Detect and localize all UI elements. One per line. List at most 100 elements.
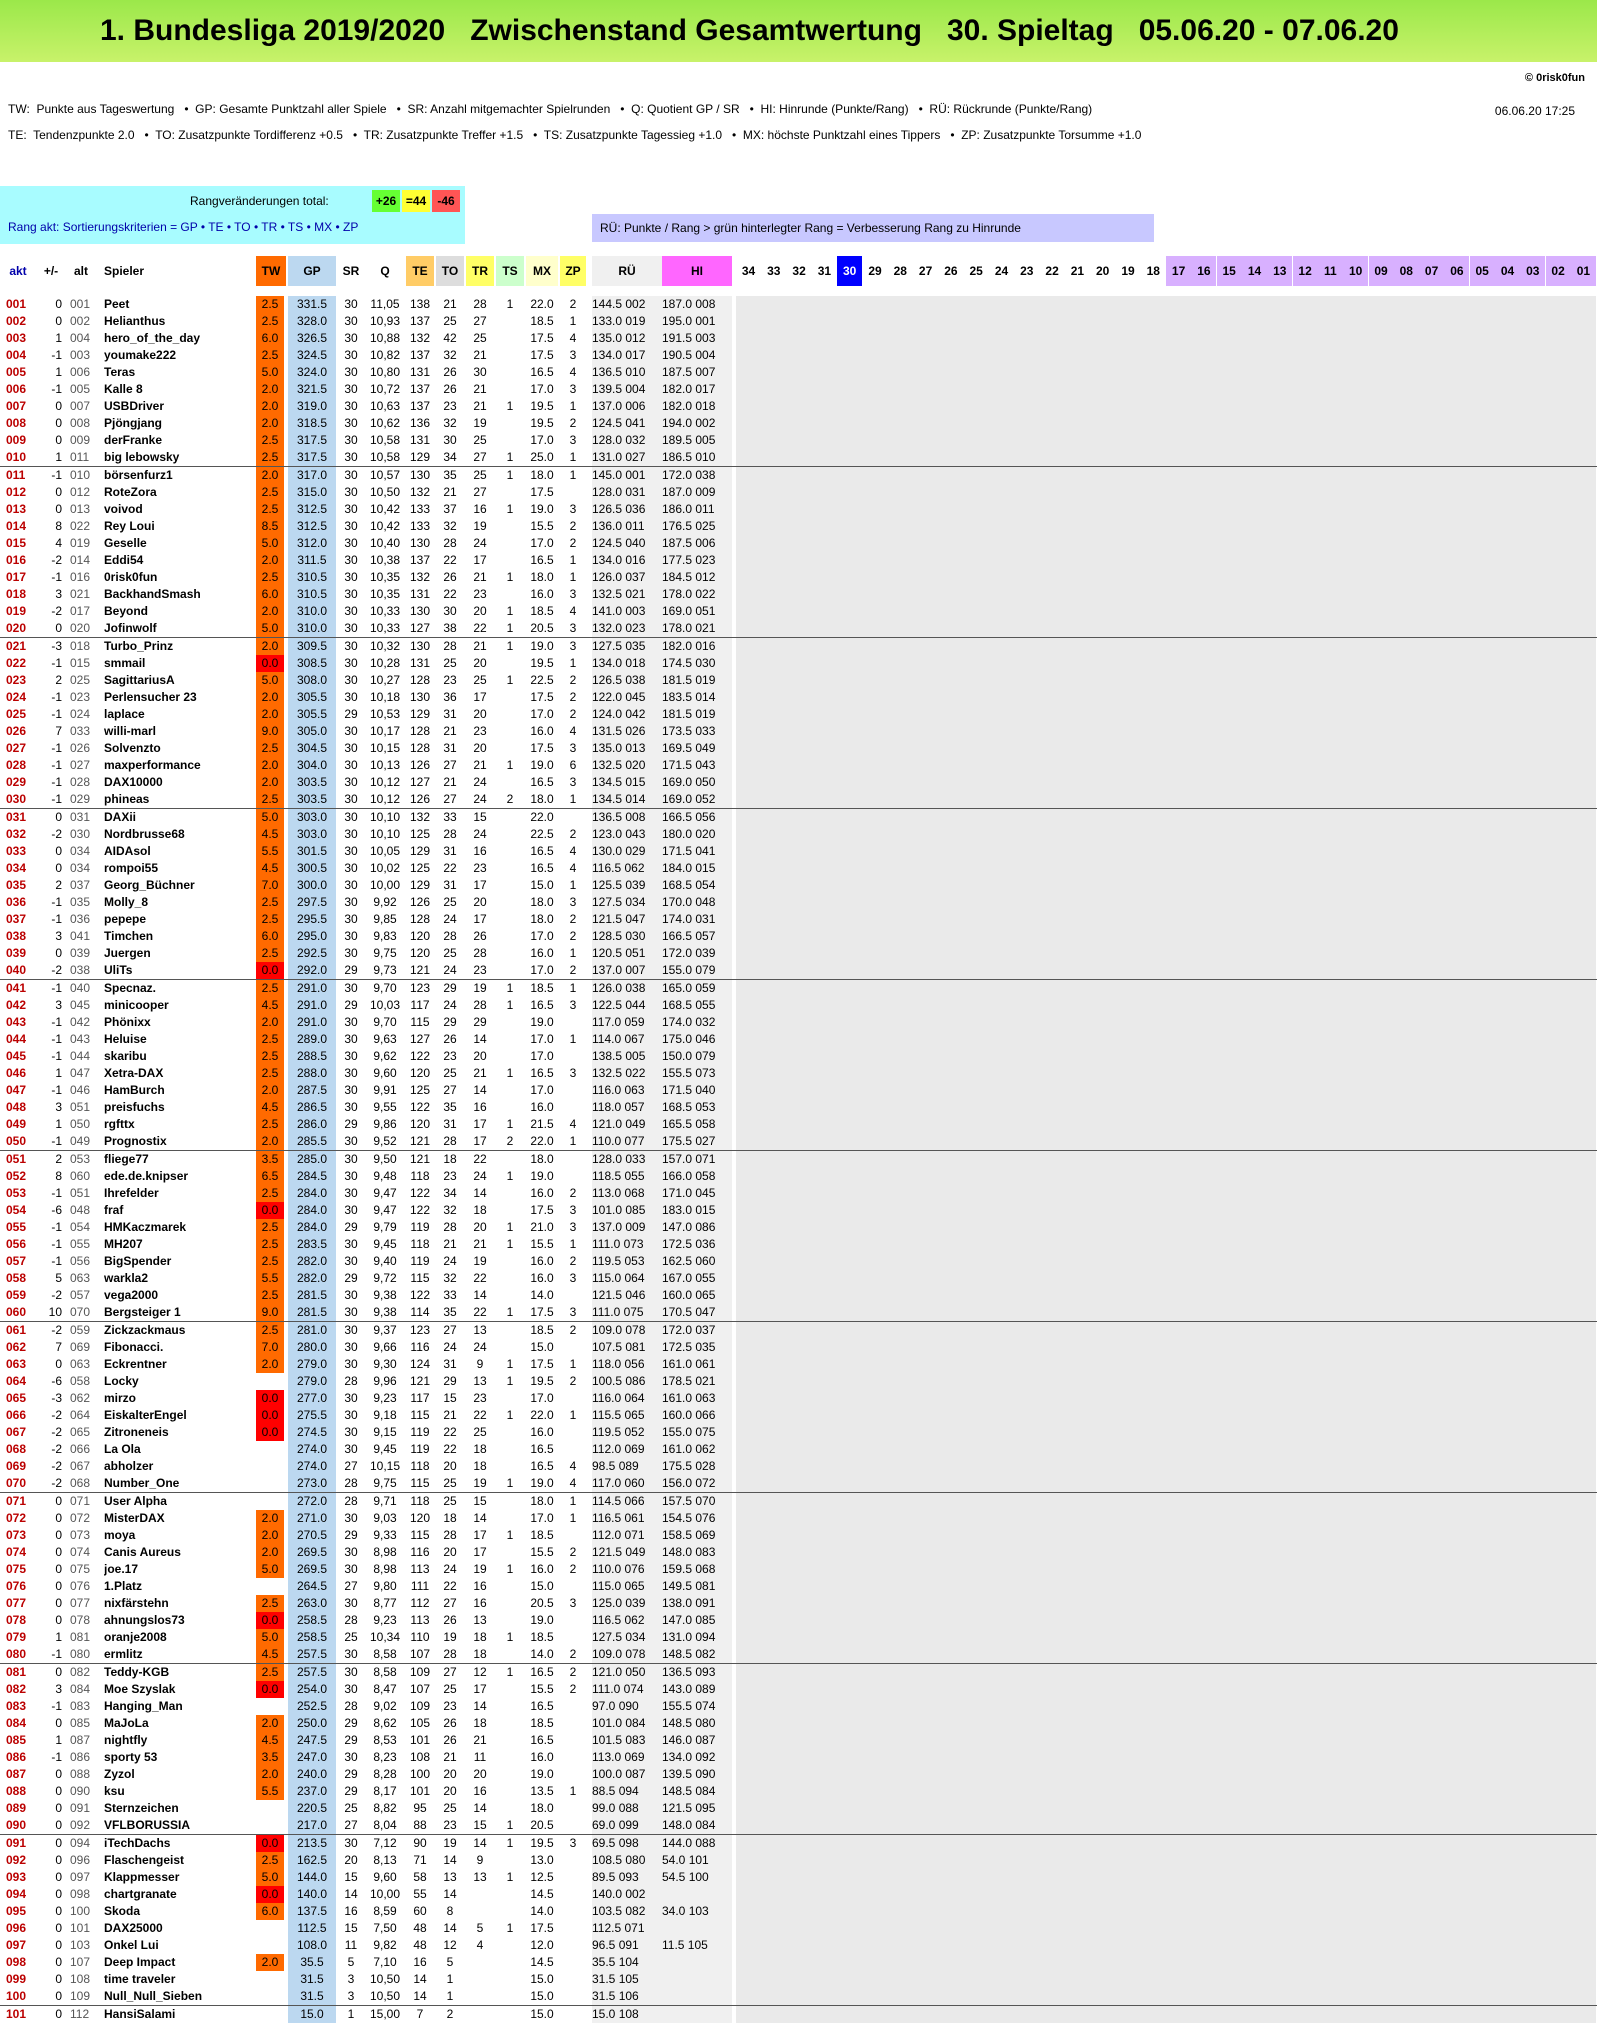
cell-to: 34 <box>443 450 457 464</box>
cell-pm: -1 <box>51 895 62 909</box>
cell-to: 19 <box>443 1630 457 1644</box>
cell-hi: 190.5 004 <box>662 347 732 364</box>
cell-pm: 0 <box>55 1767 62 1781</box>
cell-tr: 13 <box>473 1374 487 1388</box>
cell-ts <box>496 1493 524 1510</box>
round-scores <box>736 1475 1596 1492</box>
cell-ts <box>496 1971 524 1988</box>
cell-zp: 1 <box>569 946 577 960</box>
cell-hi: 184.5 012 <box>662 569 732 586</box>
cell-hi: 148.5 082 <box>662 1646 732 1663</box>
round-scores <box>736 1732 1596 1749</box>
cell-akt: 016 <box>6 553 27 567</box>
cell-q: 10,32 <box>369 639 401 653</box>
cell-hi: 178.0 021 <box>662 620 732 637</box>
cell-gp: 35.5 <box>288 1954 336 1971</box>
cell-ts <box>496 1202 524 1219</box>
cell-tw: 2.0 <box>256 757 284 774</box>
cell-mx: 17.0 <box>530 1032 554 1046</box>
cell-to: 21 <box>443 724 457 738</box>
cell-pm: 1 <box>55 365 62 379</box>
cell-gp: 274.0 <box>288 1458 336 1475</box>
cell-q: 9,79 <box>373 1220 397 1234</box>
cell-pm: 0 <box>55 1904 62 1918</box>
cell-pm: 7 <box>55 724 62 738</box>
cell-hi: 54.0 101 <box>662 1852 732 1869</box>
cell-ru: 122.5 044 <box>592 997 662 1014</box>
cell-mx: 17.5 <box>530 1921 554 1935</box>
cell-ru: 89.5 093 <box>592 1869 662 1886</box>
cell-sp: Fibonacci. <box>104 1340 164 1354</box>
cell-te: 110 <box>410 1630 430 1644</box>
round-scores <box>736 1287 1596 1304</box>
round-scores <box>736 1869 1596 1886</box>
cell-hi <box>662 1920 732 1937</box>
cell-tr <box>466 1954 494 1971</box>
cell-alt: 066 <box>70 1442 91 1456</box>
cell-tw: 0.0 <box>256 1424 284 1441</box>
cell-ts: 1 <box>506 1066 514 1080</box>
cell-tw: 2.5 <box>256 501 284 518</box>
cell-to: 25 <box>443 1801 457 1815</box>
cell-ru: 116.0 063 <box>592 1082 662 1099</box>
cell-hi <box>662 1988 732 2005</box>
cell-alt: 062 <box>70 1391 91 1405</box>
cell-akt: 089 <box>6 1801 27 1815</box>
cell-akt: 032 <box>6 827 27 841</box>
cell-q: 10,02 <box>369 861 401 875</box>
cell-gp: 282.0 <box>288 1253 336 1270</box>
cell-gp: 311.5 <box>288 552 336 569</box>
cell-akt: 037 <box>6 912 27 926</box>
cell-zp: 4 <box>569 844 577 858</box>
round-scores <box>736 1561 1596 1578</box>
cell-pm: -1 <box>51 690 62 704</box>
cell-alt: 050 <box>70 1117 91 1131</box>
cell-te: 108 <box>409 1750 431 1764</box>
cell-mx: 15.5 <box>530 1545 554 1559</box>
cell-zp: 3 <box>569 587 577 601</box>
cell-sr: 30 <box>344 416 358 430</box>
table-row: 087 0 088 Zyzol 2.0 240.0 29 8,28 100 20 20 19.0 100… <box>0 1766 1597 1783</box>
cell-pm: 0 <box>55 1545 62 1559</box>
cell-alt: 080 <box>70 1647 91 1661</box>
cell-tw: 4.5 <box>256 860 284 877</box>
cell-akt: 024 <box>6 690 27 704</box>
cell-akt: 074 <box>6 1545 27 1559</box>
cell-mx: 12.0 <box>530 1938 554 1952</box>
table-row: 091 0 094 iTechDachs 0.0 213.5 30 7,12 90 19 14 1 19… <box>0 1835 1597 1852</box>
cell-tw: 9.0 <box>256 1304 284 1321</box>
cell-to: 26 <box>443 570 457 584</box>
cell-sr: 20 <box>344 1853 358 1867</box>
cell-q: 8,98 <box>373 1562 397 1576</box>
table-row: 100 0 109 Null_Null_Sieben 31.5 3 10,50 14 1 15.0… <box>0 1988 1597 2006</box>
cell-akt: 067 <box>6 1425 27 1439</box>
cell-zp <box>560 2006 586 2023</box>
cell-te: 129 <box>409 707 431 721</box>
round-header: 29 <box>868 264 882 278</box>
cell-sp: Xetra-DAX <box>104 1066 164 1080</box>
cell-ru: 134.5 014 <box>592 791 662 808</box>
round-scores <box>736 1937 1596 1954</box>
table-row: 017 -1 016 0risk0fun 2.5 310.5 30 10,35 132 26 21 1… <box>0 569 1597 586</box>
cell-hi: 161.0 061 <box>662 1356 732 1373</box>
cell-akt: 054 <box>6 1203 27 1217</box>
cell-sr: 30 <box>344 1323 358 1337</box>
round-header: 06 <box>1444 256 1470 286</box>
cell-ru: 111.0 073 <box>592 1236 662 1253</box>
cell-q: 9,85 <box>373 912 397 926</box>
cell-sp: ksu <box>104 1784 125 1798</box>
cell-akt: 030 <box>6 792 27 806</box>
table-row: 096 0 101 DAX25000 112.5 15 7,50 48 14 5 1 17.5 112.… <box>0 1920 1597 1937</box>
cell-sr: 30 <box>344 758 358 772</box>
cell-q: 9,63 <box>373 1032 397 1046</box>
cell-sr: 30 <box>344 621 358 635</box>
cell-gp: 305.5 <box>288 706 336 723</box>
cell-pm: 8 <box>55 519 62 533</box>
round-header: 12 <box>1292 256 1318 286</box>
table-row: 020 0 020 Jofinwolf 5.0 310.0 30 10,33 127 38 22 1 2… <box>0 620 1597 638</box>
cell-zp: 2 <box>569 519 577 533</box>
cell-akt: 039 <box>6 946 27 960</box>
round-scores <box>736 1082 1596 1099</box>
header-q: Q <box>380 264 390 278</box>
cell-akt: 029 <box>6 775 27 789</box>
